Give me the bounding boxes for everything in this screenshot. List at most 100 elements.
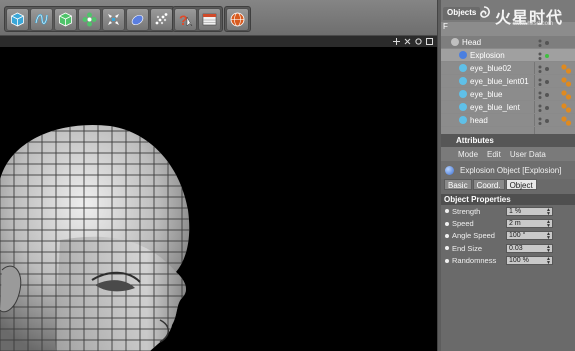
texture-tag-icon[interactable] bbox=[560, 89, 572, 101]
property-label: Speed bbox=[452, 219, 474, 229]
visibility-dots-icon[interactable] bbox=[537, 103, 553, 113]
attributes-panel: Attributes Mode Edit User Data Explosion O… bbox=[441, 134, 575, 351]
attributes-menu: Mode Edit User Data bbox=[441, 147, 575, 161]
watermark-url: www.hxsd.com bbox=[513, 21, 554, 27]
explode-icon[interactable] bbox=[102, 8, 125, 31]
property-value: 1 % bbox=[509, 207, 522, 215]
array-icon[interactable] bbox=[78, 8, 101, 31]
property-value: 0.03 bbox=[509, 244, 523, 252]
stepper-arrows-icon[interactable]: ▲ ▼ bbox=[546, 207, 551, 216]
maximize-view-icon[interactable] bbox=[426, 38, 433, 45]
app-window: ? Objects 火星时代 www.hxsd.com F Head Explo… bbox=[0, 0, 575, 351]
animation-dot-icon[interactable] bbox=[445, 209, 449, 214]
object-row[interactable]: Head bbox=[441, 36, 575, 49]
stepper-arrows-icon[interactable]: ▲ ▼ bbox=[546, 244, 551, 253]
stepper-arrows-icon[interactable]: ▲ ▼ bbox=[546, 220, 551, 229]
polygon-object-icon bbox=[459, 77, 467, 85]
property-label: Strength bbox=[452, 206, 481, 216]
help-cursor-icon[interactable]: ? bbox=[174, 8, 197, 31]
tab-basic[interactable]: Basic bbox=[444, 179, 472, 190]
property-value-field[interactable]: 100 ° ▲ ▼ bbox=[506, 231, 553, 241]
move-view-icon[interactable] bbox=[393, 38, 400, 45]
particle-icon[interactable] bbox=[150, 8, 173, 31]
texture-tag-icon[interactable] bbox=[560, 115, 572, 127]
animation-dot-icon[interactable] bbox=[445, 233, 449, 238]
texture-tag-icon[interactable] bbox=[560, 63, 572, 75]
toolbar-group-help: ? bbox=[172, 6, 223, 32]
animation-dot-icon[interactable] bbox=[445, 246, 449, 251]
property-row: Speed 2 m ▲ ▼ bbox=[441, 217, 575, 229]
object-row-label: Explosion bbox=[470, 50, 505, 60]
object-row[interactable]: eye_blue bbox=[441, 88, 575, 101]
zoom-view-icon[interactable] bbox=[404, 38, 411, 45]
property-value-field[interactable]: 100 % ▲ ▼ bbox=[506, 256, 553, 266]
property-value-field[interactable]: 0.03 ▲ ▼ bbox=[506, 243, 553, 253]
main-toolbar: ? bbox=[0, 0, 440, 36]
cube-deformer-icon[interactable] bbox=[54, 8, 77, 31]
attributes-title: Attributes bbox=[441, 134, 575, 147]
property-value-field[interactable]: 1 % ▲ ▼ bbox=[506, 206, 553, 216]
property-row: Randomness 100 % ▲ ▼ bbox=[441, 255, 575, 267]
timeline-icon[interactable] bbox=[198, 8, 221, 31]
property-value-field[interactable]: 2 m ▲ ▼ bbox=[506, 219, 553, 229]
explosion-object-icon bbox=[445, 165, 454, 175]
site-watermark-logo: 火星时代 www.hxsd.com bbox=[473, 4, 573, 27]
polygon-object-icon bbox=[459, 116, 467, 124]
visibility-dots-icon[interactable] bbox=[537, 90, 553, 100]
texture-tag-icon[interactable] bbox=[560, 76, 572, 88]
visibility-dots-icon[interactable] bbox=[537, 38, 553, 48]
property-label: Randomness bbox=[452, 256, 497, 266]
object-row-label: Head bbox=[462, 37, 482, 47]
object-row[interactable]: Explosion bbox=[441, 49, 575, 62]
cube-icon[interactable] bbox=[6, 8, 29, 31]
svg-text:?: ? bbox=[179, 12, 188, 28]
visibility-dots-icon[interactable] bbox=[537, 64, 553, 74]
property-value: 100 ° bbox=[509, 232, 526, 240]
viewport-header bbox=[0, 36, 437, 47]
toolbar-group-objects bbox=[4, 6, 175, 32]
object-row[interactable]: eye_blue_lent01 bbox=[441, 75, 575, 88]
polygon-object-icon bbox=[459, 64, 467, 72]
visibility-dots-icon[interactable] bbox=[537, 77, 553, 87]
animation-dot-icon[interactable] bbox=[445, 221, 449, 226]
viewport-nav bbox=[393, 36, 433, 47]
watermark-swirl-icon bbox=[480, 6, 490, 18]
objects-menu-file[interactable]: F bbox=[443, 22, 448, 31]
toolbar-group-render bbox=[224, 6, 251, 32]
visibility-dots-icon[interactable] bbox=[537, 51, 553, 61]
spline-icon[interactable] bbox=[30, 8, 53, 31]
head-model-render bbox=[0, 124, 190, 351]
object-row[interactable]: head bbox=[441, 114, 575, 127]
texture-tag-icon[interactable] bbox=[560, 102, 572, 114]
property-value: 2 m bbox=[509, 220, 521, 228]
animation-dot-icon[interactable] bbox=[445, 258, 449, 263]
3d-viewport[interactable] bbox=[0, 36, 437, 351]
tab-coord[interactable]: Coord. bbox=[472, 179, 505, 190]
attributes-tabs: Basic Coord. Object bbox=[441, 179, 575, 192]
objects-list: Head Explosion eye_blue02 eye_blue_lent01 ey… bbox=[441, 36, 575, 127]
explosion-icon bbox=[459, 51, 467, 59]
render-icon[interactable] bbox=[226, 8, 249, 31]
stepper-arrows-icon[interactable]: ▲ ▼ bbox=[546, 257, 551, 266]
property-row: End Size 0.03 ▲ ▼ bbox=[441, 242, 575, 254]
attributes-menu-edit[interactable]: Edit bbox=[487, 150, 501, 161]
object-row[interactable]: eye_blue_lent bbox=[441, 101, 575, 114]
objects-tabbar: Objects 火星时代 www.hxsd.com bbox=[441, 0, 575, 27]
object-info: Explosion Object [Explosion] bbox=[441, 161, 575, 179]
rotate-view-icon[interactable] bbox=[415, 38, 422, 45]
polygon-object-icon bbox=[459, 90, 467, 98]
object-row[interactable]: eye_blue02 bbox=[441, 62, 575, 75]
properties-list: Strength 1 % ▲ ▼ Speed 2 m ▲ ▼ Angle Speed 100 ° ▲… bbox=[441, 205, 575, 267]
null-object-icon bbox=[451, 38, 459, 46]
visibility-dots-icon[interactable] bbox=[537, 116, 553, 126]
object-name: Explosion Object [Explosion] bbox=[460, 165, 562, 175]
objects-panel: Objects 火星时代 www.hxsd.com F Head Explosio… bbox=[441, 0, 575, 134]
property-label: End Size bbox=[452, 243, 483, 253]
attributes-menu-mode[interactable]: Mode bbox=[458, 150, 478, 161]
property-row: Strength 1 % ▲ ▼ bbox=[441, 205, 575, 217]
bend-icon[interactable] bbox=[126, 8, 149, 31]
property-row: Angle Speed 100 ° ▲ ▼ bbox=[441, 230, 575, 242]
tab-object[interactable]: Object bbox=[505, 179, 537, 190]
attributes-menu-user-data[interactable]: User Data bbox=[510, 150, 546, 161]
stepper-arrows-icon[interactable]: ▲ ▼ bbox=[546, 232, 551, 241]
